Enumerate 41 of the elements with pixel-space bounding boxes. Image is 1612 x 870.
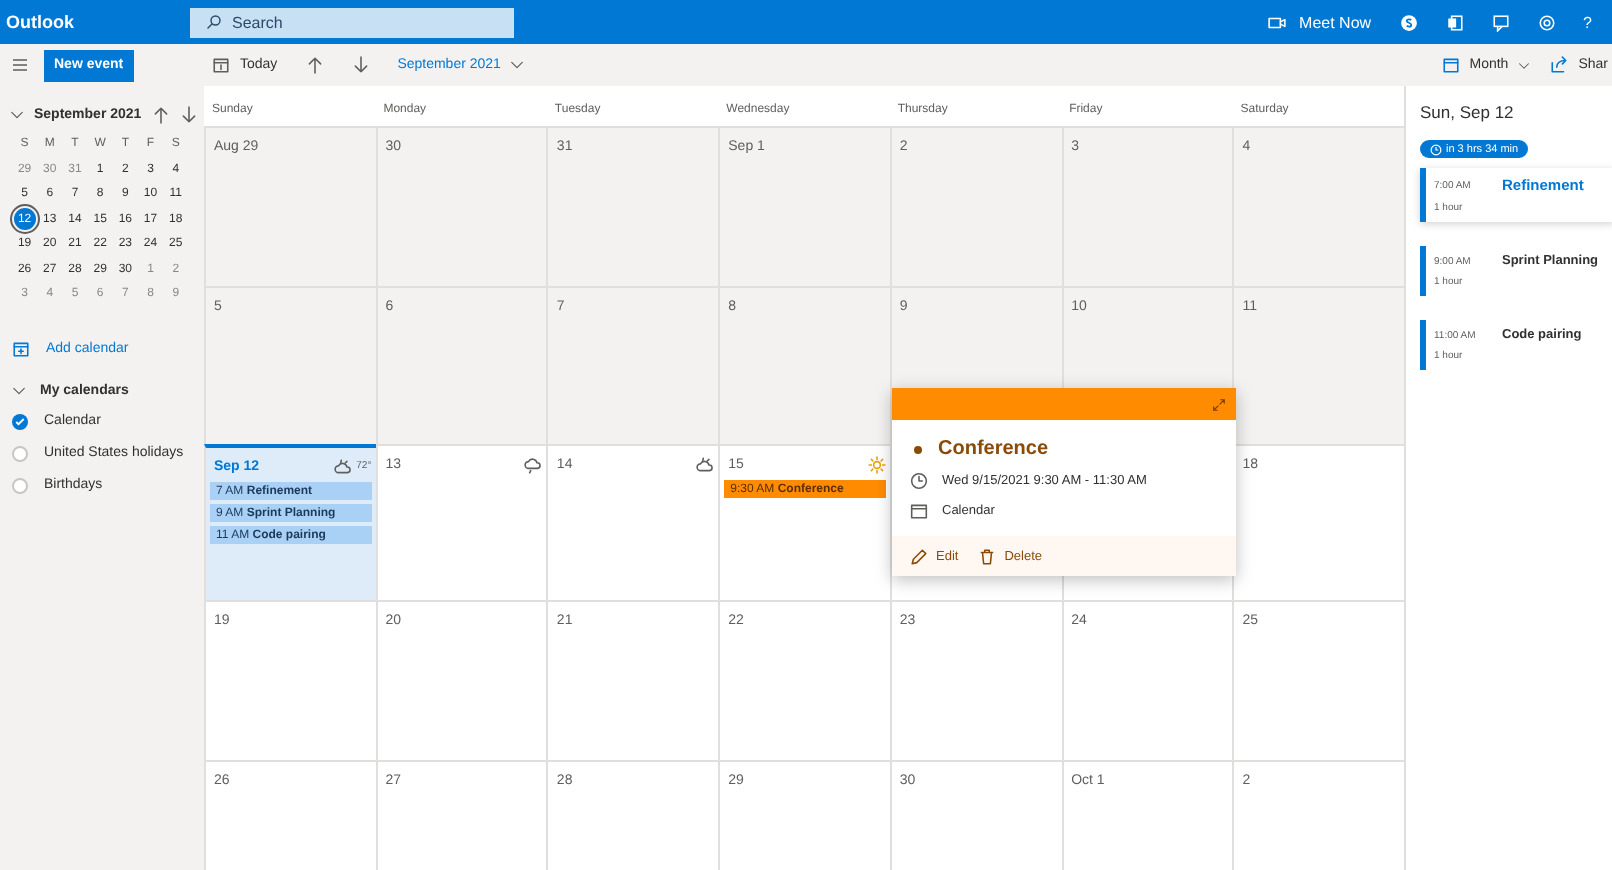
office-app-icon[interactable] — [1445, 13, 1464, 31]
arrow-up-icon — [305, 56, 324, 74]
chevron-down-icon[interactable] — [10, 108, 24, 122]
pencil-icon — [910, 547, 928, 565]
next-button[interactable] — [351, 56, 370, 74]
feedback-icon[interactable] — [1491, 13, 1510, 31]
previous-month-button[interactable] — [151, 106, 170, 124]
diagonal-arrows-icon — [1212, 397, 1226, 411]
trash-icon — [978, 547, 997, 565]
calendar-icon — [212, 56, 230, 74]
settings-icon[interactable] — [1537, 13, 1556, 31]
arrow-up-icon — [151, 106, 170, 124]
chat-app-icon[interactable] — [1399, 13, 1418, 31]
cloud-icon — [524, 455, 543, 473]
calendar-icon — [910, 502, 928, 520]
previous-button[interactable] — [305, 56, 324, 74]
arrow-down-icon — [179, 106, 198, 124]
bullet-icon — [914, 445, 922, 453]
help-button[interactable]: ? — [1583, 13, 1592, 31]
chevron-icon — [10, 108, 24, 122]
arrow-down-icon — [351, 56, 370, 74]
agenda-date: Sun, Sep 12 — [1420, 102, 1516, 122]
calendar-icon — [1441, 56, 1460, 74]
search-field[interactable]: Search — [190, 7, 514, 37]
chevron-icon — [1518, 59, 1531, 71]
clock-icon — [910, 472, 928, 490]
meet-now-button[interactable]: Meet Now — [1267, 13, 1372, 31]
cloud-sun-icon — [696, 455, 715, 473]
search-icon — [206, 13, 222, 29]
share-icon — [1550, 56, 1569, 74]
sun-icon — [867, 455, 886, 473]
app-title: Outlook — [4, 12, 76, 32]
video-camera-icon — [1267, 13, 1286, 31]
chevron-icon — [12, 383, 26, 397]
expand-icon[interactable] — [1212, 397, 1226, 411]
event-title: Conference — [938, 438, 1049, 460]
next-month-button[interactable] — [179, 106, 198, 124]
calendar-add-icon — [12, 339, 30, 357]
menu-icon[interactable] — [12, 58, 28, 72]
chevron-icon — [510, 58, 525, 72]
cloud-sun-icon — [334, 457, 353, 475]
